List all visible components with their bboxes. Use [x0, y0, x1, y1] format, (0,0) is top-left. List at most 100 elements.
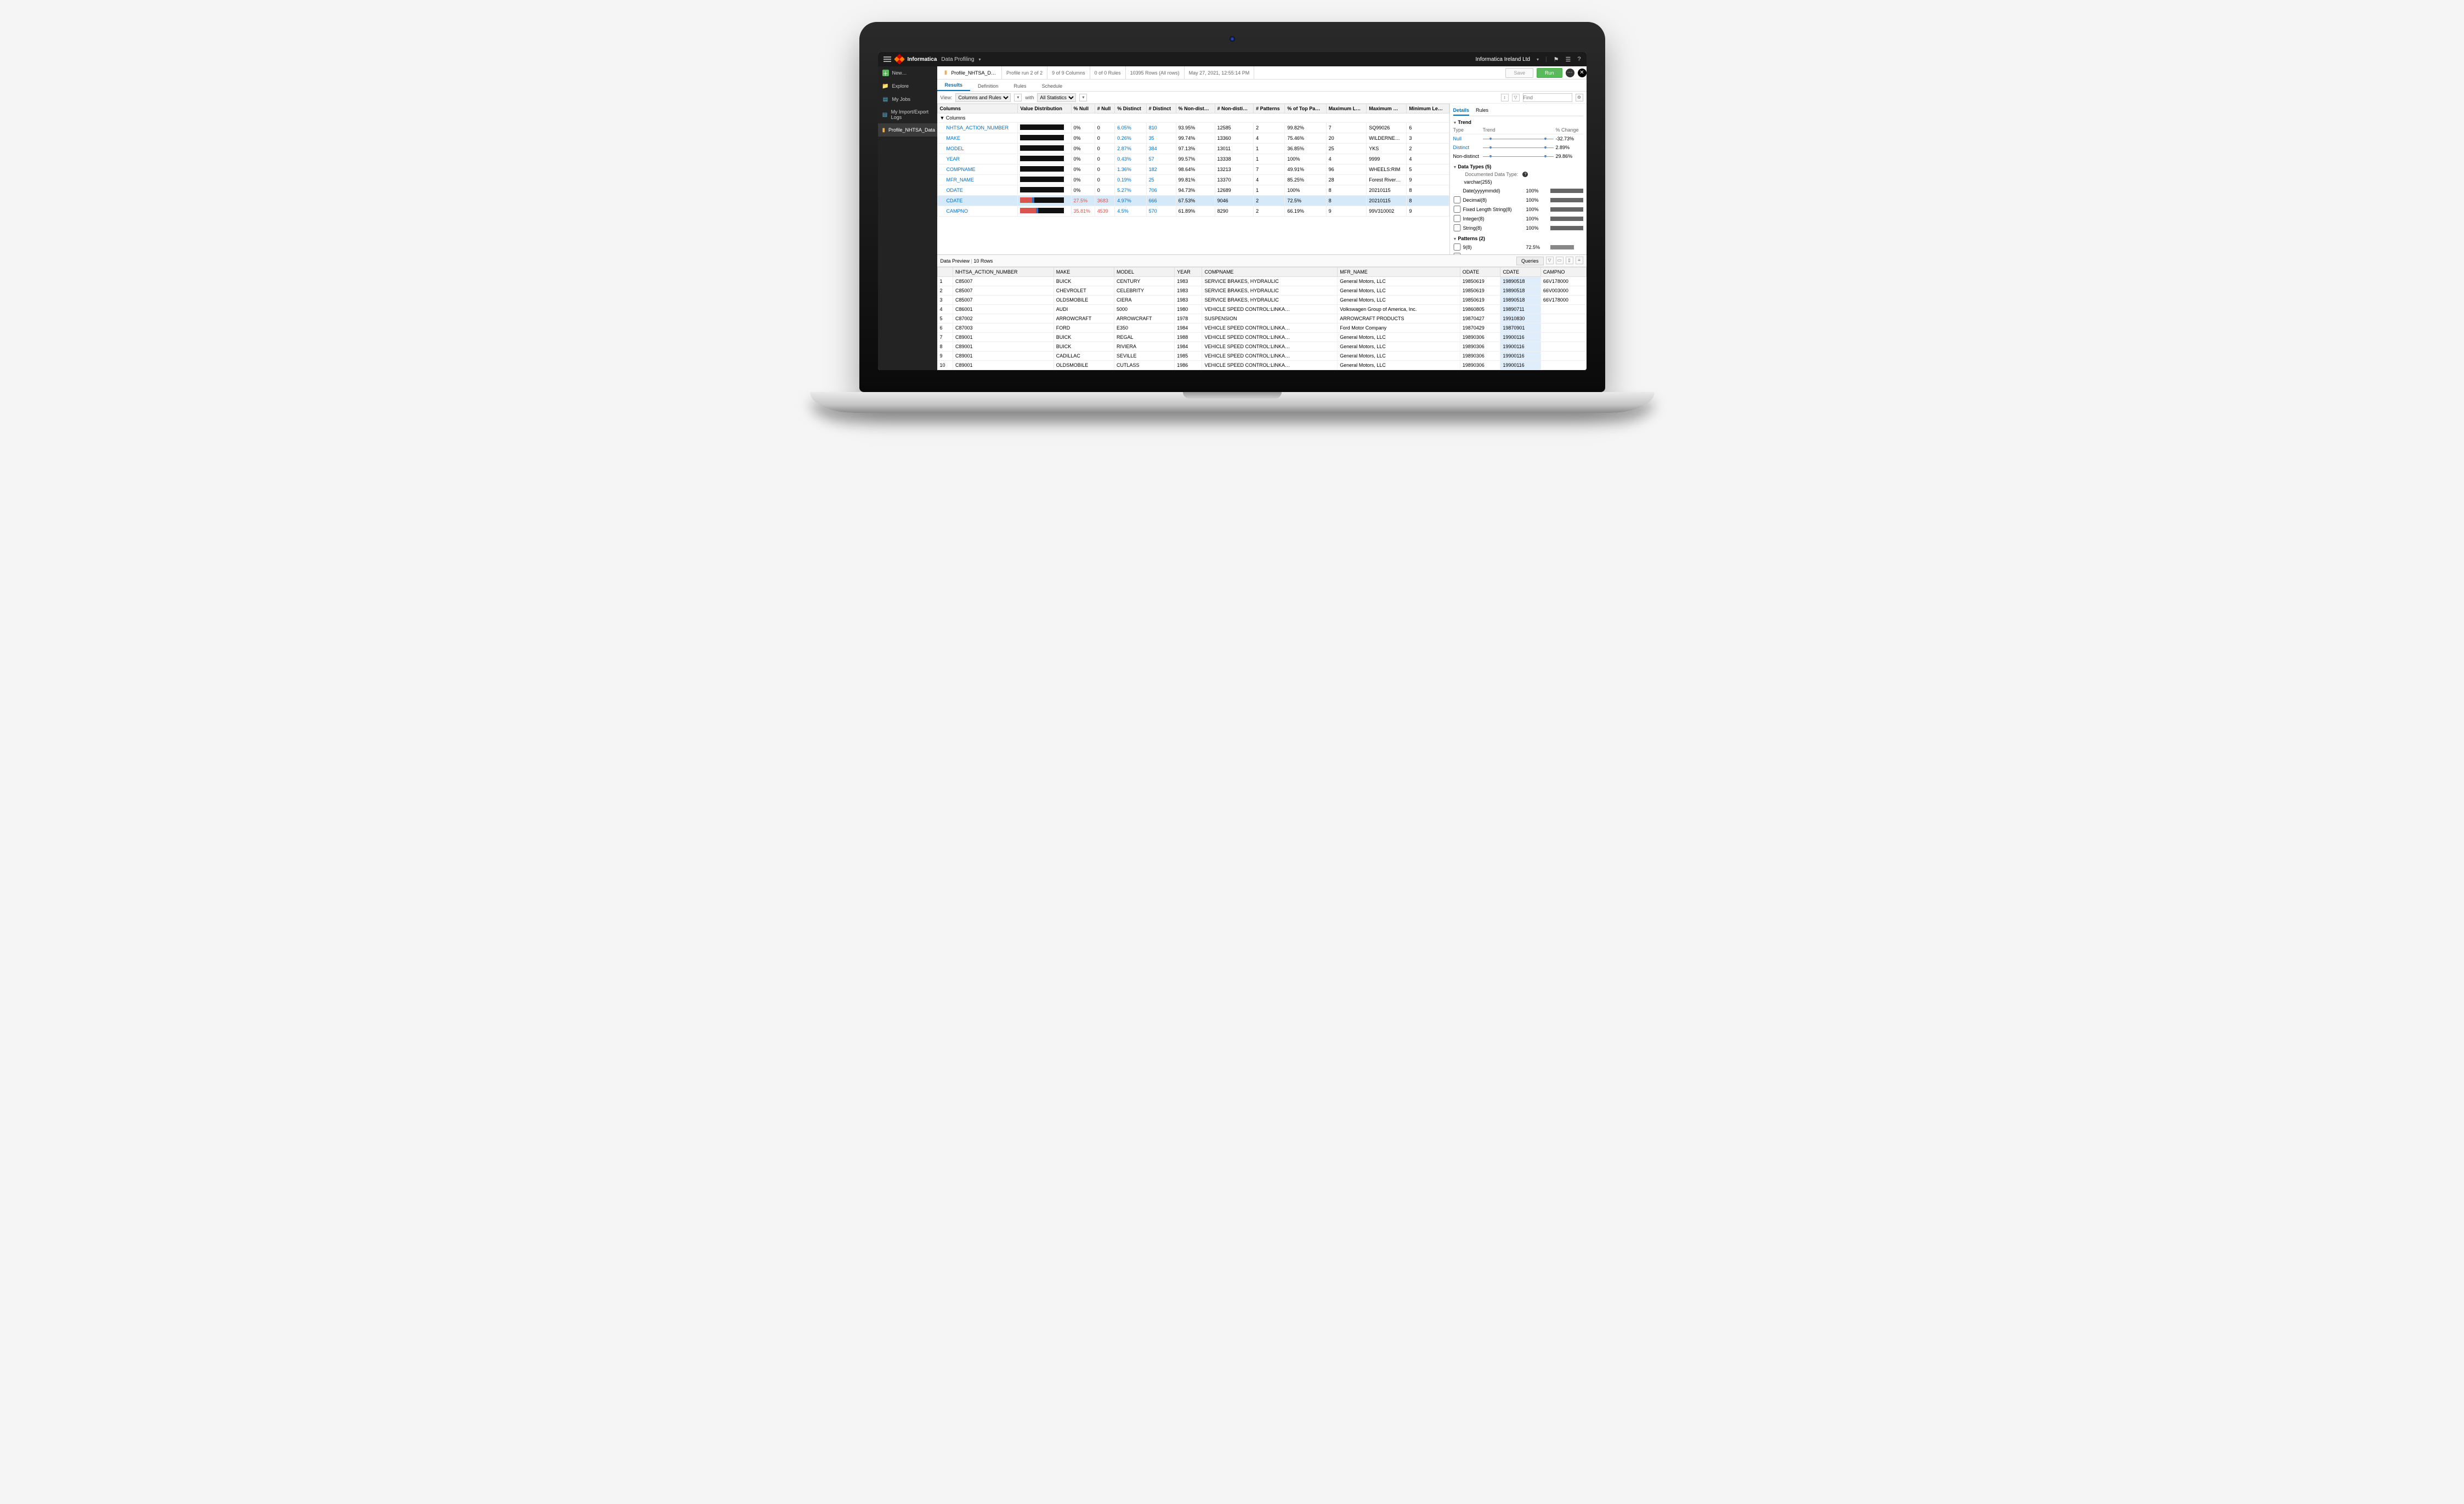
- chevron-down-icon[interactable]: ▾: [1537, 57, 1539, 62]
- preview-header[interactable]: NHTSA_ACTION_NUMBER: [953, 268, 1054, 277]
- sidebar-item-new-[interactable]: ＋New…: [878, 66, 937, 80]
- table-row[interactable]: ODATE 0% 0 5.27% 706 94.73% 12689 1 100%…: [937, 185, 1449, 196]
- sidebar-item-profile-nhtsa-data[interactable]: ▮Profile_NHTSA_Data⊗: [878, 123, 937, 137]
- table-row[interactable]: CAMPNO 35.81% 4539 4.5% 570 61.89% 8290 …: [937, 206, 1449, 217]
- user-icon[interactable]: ☰: [1566, 56, 1571, 63]
- column-header[interactable]: % of Top Pa…: [1285, 104, 1326, 113]
- sidebar-item-my-import-export-logs[interactable]: ▤My Import/Export Logs: [878, 106, 937, 123]
- layout-icon[interactable]: ▯: [1566, 257, 1573, 264]
- trend-type[interactable]: Null: [1453, 136, 1481, 141]
- column-header[interactable]: Maximum …: [1367, 104, 1407, 113]
- table-row[interactable]: CDATE 27.5% 3683 4.97% 666 67.53% 9046 2…: [937, 196, 1449, 206]
- preview-row[interactable]: 3C85007OLDSMOBILECIERA1983SERVICE BRAKES…: [937, 296, 1586, 305]
- datatype-checkbox[interactable]: [1453, 215, 1461, 222]
- dropdown-icon[interactable]: ▾: [1079, 94, 1087, 101]
- more-icon[interactable]: ⋯: [1566, 69, 1574, 77]
- column-name[interactable]: COMPNAME: [937, 164, 1018, 175]
- preview-row[interactable]: 8C89001BUICKRIVIERA1984VEHICLE SPEED CON…: [937, 342, 1586, 351]
- column-header[interactable]: % Null: [1071, 104, 1095, 113]
- preview-header[interactable]: MFR_NAME: [1338, 268, 1460, 277]
- subtab-schedule[interactable]: Schedule: [1034, 81, 1070, 91]
- preview-header[interactable]: MAKE: [1053, 268, 1114, 277]
- gear-icon[interactable]: ⚙: [1576, 94, 1583, 101]
- datatype-checkbox[interactable]: [1453, 196, 1461, 203]
- column-header[interactable]: Minimum Le…: [1407, 104, 1449, 113]
- column-name[interactable]: MODEL: [937, 144, 1018, 154]
- save-button[interactable]: Save: [1505, 68, 1533, 78]
- column-header[interactable]: % Non-dist…: [1176, 104, 1215, 113]
- layout-icon[interactable]: ▭: [1556, 257, 1564, 264]
- run-button[interactable]: Run: [1537, 68, 1562, 78]
- preview-row[interactable]: 4C86001AUDI50001980VEHICLE SPEED CONTROL…: [937, 305, 1586, 314]
- preview-header[interactable]: COMPNAME: [1202, 268, 1338, 277]
- details-tab-details[interactable]: Details: [1453, 106, 1470, 116]
- chevron-down-icon[interactable]: ▾: [978, 57, 981, 62]
- column-name[interactable]: CDATE: [937, 196, 1018, 206]
- subtab-definition[interactable]: Definition: [970, 81, 1006, 91]
- details-tab-rules[interactable]: Rules: [1476, 106, 1488, 116]
- filter-icon[interactable]: ▽: [1546, 257, 1554, 264]
- org-name[interactable]: Informatica Ireland Ltd: [1476, 56, 1531, 63]
- pattern-checkbox[interactable]: [1453, 243, 1461, 251]
- filter-icon[interactable]: ▽: [1512, 94, 1520, 101]
- column-name[interactable]: CAMPNO: [937, 206, 1018, 217]
- datatypes-section[interactable]: Data Types (5): [1453, 164, 1583, 169]
- preview-row[interactable]: 7C89001BUICKREGAL1988VEHICLE SPEED CONTR…: [937, 333, 1586, 342]
- info-icon[interactable]: ?: [1522, 172, 1528, 177]
- sidebar-item-explore[interactable]: 📁Explore: [878, 80, 937, 93]
- subtab-rules[interactable]: Rules: [1006, 81, 1034, 91]
- find-input[interactable]: [1523, 93, 1572, 102]
- trend-section[interactable]: Trend: [1453, 120, 1583, 125]
- subtab-results[interactable]: Results: [937, 80, 971, 91]
- datatype-checkbox[interactable]: [1453, 206, 1461, 213]
- datatype-checkbox[interactable]: [1453, 224, 1461, 231]
- preview-row[interactable]: 5C87002ARROWCRAFTARROWCRAFT1978SUSPENSIO…: [937, 314, 1586, 323]
- column-name[interactable]: YEAR: [937, 154, 1018, 164]
- table-row[interactable]: MAKE 0% 0 0.26% 35 99.74% 13360 4 75.46%…: [937, 133, 1449, 144]
- column-header[interactable]: % Distinct: [1115, 104, 1146, 113]
- column-header[interactable]: Value Distribution: [1018, 104, 1071, 113]
- column-name[interactable]: ODATE: [937, 185, 1018, 196]
- close-icon[interactable]: ✕: [1578, 69, 1587, 77]
- column-name[interactable]: NHTSA_ACTION_NUMBER: [937, 123, 1018, 133]
- table-row[interactable]: MODEL 0% 0 2.87% 384 97.13% 13011 1 36.8…: [937, 144, 1449, 154]
- product-name[interactable]: Data Profiling: [941, 56, 974, 63]
- document-tab[interactable]: ▮ Profile_NHTSA_D…: [937, 66, 1002, 79]
- preview-header[interactable]: CDATE: [1500, 268, 1541, 277]
- menu-icon[interactable]: [883, 56, 891, 62]
- group-row[interactable]: ▼ Columns: [937, 113, 1449, 123]
- preview-row[interactable]: 10C89001OLDSMOBILECUTLASS1986VEHICLE SPE…: [937, 361, 1586, 370]
- preview-row[interactable]: 9C89001CADILLACSEVILLE1985VEHICLE SPEED …: [937, 351, 1586, 361]
- table-row[interactable]: NHTSA_ACTION_NUMBER 0% 0 6.05% 810 93.95…: [937, 123, 1449, 133]
- preview-header[interactable]: MODEL: [1114, 268, 1174, 277]
- preview-header[interactable]: ODATE: [1460, 268, 1500, 277]
- column-header[interactable]: # Null: [1095, 104, 1115, 113]
- sort-icon[interactable]: ↕: [1501, 94, 1509, 101]
- queries-button[interactable]: Queries: [1516, 257, 1544, 265]
- preview-header[interactable]: [937, 268, 953, 277]
- column-header[interactable]: # Patterns: [1254, 104, 1285, 113]
- column-header[interactable]: Maximum L…: [1326, 104, 1367, 113]
- help-icon[interactable]: ?: [1577, 56, 1581, 63]
- patterns-section[interactable]: Patterns (2): [1453, 236, 1583, 241]
- stats-select[interactable]: All Statistics: [1037, 93, 1076, 102]
- preview-row[interactable]: 1C85007BUICKCENTURY1983SERVICE BRAKES, H…: [937, 277, 1586, 286]
- table-row[interactable]: YEAR 0% 0 0.43% 57 99.57% 13338 1 100% 4…: [937, 154, 1449, 164]
- column-header[interactable]: # Non-disti…: [1215, 104, 1253, 113]
- dropdown-icon[interactable]: ▾: [1014, 94, 1022, 101]
- column-name[interactable]: MAKE: [937, 133, 1018, 144]
- preview-header[interactable]: YEAR: [1175, 268, 1202, 277]
- preview-row[interactable]: 6C87003FORDE3501984VEHICLE SPEED CONTROL…: [937, 323, 1586, 333]
- table-row[interactable]: MFR_NAME 0% 0 0.19% 25 99.81% 13370 4 85…: [937, 175, 1449, 185]
- preview-row[interactable]: 2C85007CHEVROLETCELEBRITY1983SERVICE BRA…: [937, 286, 1586, 296]
- flag-icon[interactable]: ⚑: [1554, 56, 1559, 63]
- view-select[interactable]: Columns and Rules: [955, 93, 1011, 102]
- trend-type[interactable]: Distinct: [1453, 145, 1481, 150]
- layout-icon[interactable]: ≡: [1576, 257, 1583, 264]
- preview-header[interactable]: CAMPNO: [1540, 268, 1586, 277]
- column-name[interactable]: MFR_NAME: [937, 175, 1018, 185]
- table-row[interactable]: COMPNAME 0% 0 1.36% 182 98.64% 13213 7 4…: [937, 164, 1449, 175]
- column-header[interactable]: # Distinct: [1146, 104, 1176, 113]
- sidebar-item-my-jobs[interactable]: ▤My Jobs: [878, 93, 937, 106]
- column-header[interactable]: Columns: [937, 104, 1018, 113]
